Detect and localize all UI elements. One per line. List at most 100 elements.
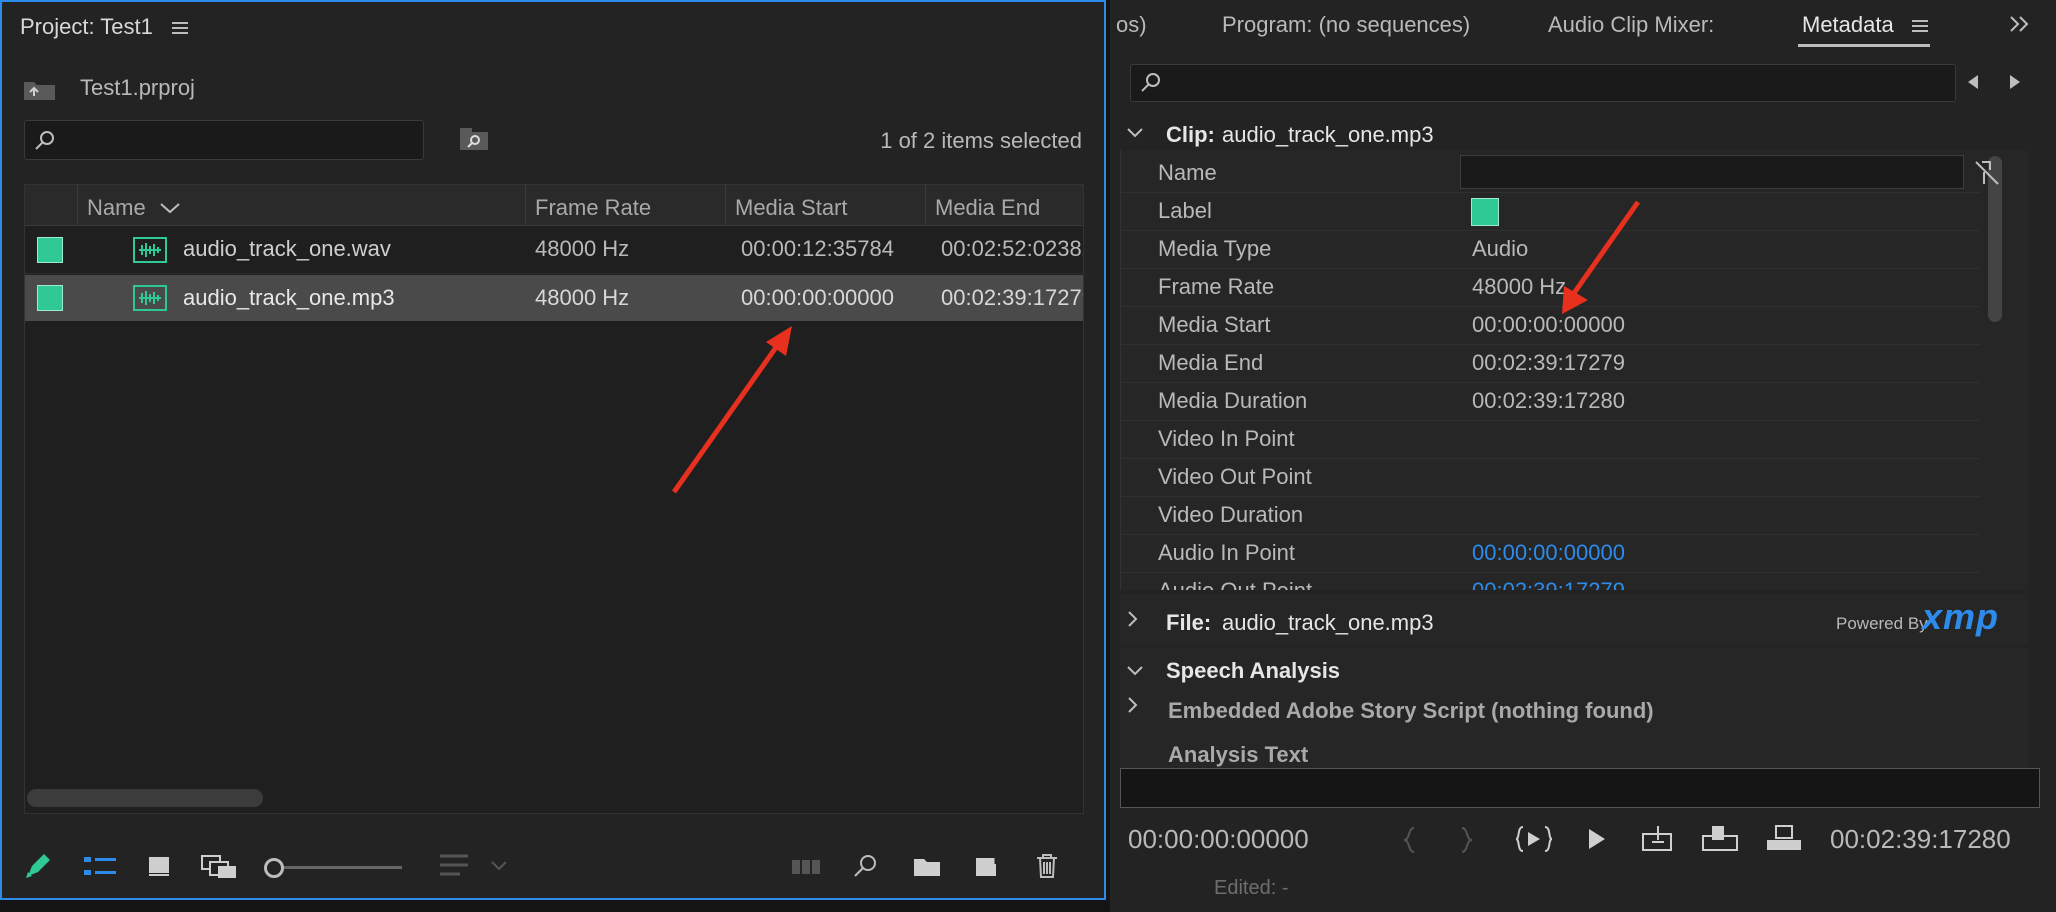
metadata-key: Video In Point [1158, 426, 1295, 451]
pencil-icon[interactable] [24, 852, 54, 880]
metadata-key: Frame Rate [1158, 274, 1275, 299]
next-arrow-icon[interactable] [2002, 72, 2032, 92]
panel-menu-icon[interactable] [170, 20, 190, 36]
horizontal-scrollbar[interactable] [27, 789, 263, 807]
panel-divider[interactable] [1106, 0, 1110, 912]
play-icon[interactable] [1584, 824, 1610, 854]
label-swatch[interactable] [1471, 198, 1499, 226]
new-bin-icon[interactable] [912, 854, 942, 878]
metadata-key: Audio Out Point [1158, 580, 1312, 591]
play-in-to-out-icon[interactable] [1514, 824, 1554, 854]
metadata-key: Media Start [1158, 312, 1271, 337]
column-media-start[interactable]: Media Start [735, 195, 848, 221]
items-selected-status: 1 of 2 items selected [880, 128, 1082, 153]
row-divider [1120, 572, 1980, 573]
expand-chevron-icon[interactable] [1126, 610, 1140, 628]
label-swatch[interactable] [37, 285, 63, 311]
metadata-key: Name [1158, 160, 1217, 185]
frame-rate: 48000 Hz [535, 285, 630, 310]
metadata-row[interactable]: Video In Point [1120, 420, 1980, 458]
tab-partial[interactable]: os) [1116, 14, 1147, 36]
automate-to-sequence-icon[interactable] [790, 856, 824, 878]
media-end: 00:02:39:17279 [941, 285, 1084, 310]
label-swatch[interactable] [37, 237, 63, 263]
collapse-chevron-icon[interactable] [1126, 664, 1144, 678]
find-icon[interactable] [852, 852, 880, 880]
media-start: 00:00:12:35784 [741, 236, 894, 261]
expand-chevron-icon[interactable] [1126, 696, 1140, 714]
table-row[interactable]: audio_track_one.wav 48000 Hz 00:00:12:35… [25, 225, 1083, 274]
new-search-bin-icon[interactable] [458, 126, 490, 152]
freeform-view-icon[interactable] [200, 854, 238, 880]
metadata-value[interactable]: 00:00:00:00000 [1472, 542, 1625, 564]
sort-chevron-icon[interactable] [159, 201, 181, 215]
tab-program[interactable]: Program: (no sequences) [1222, 14, 1470, 36]
metadata-value: Audio [1472, 236, 1529, 261]
clip-name: audio_track_one.mp3 [183, 285, 395, 310]
row-divider [1120, 534, 1980, 535]
trash-icon[interactable] [1034, 852, 1060, 880]
audio-clip-icon [133, 285, 167, 311]
table-row-selected[interactable]: audio_track_one.mp3 48000 Hz 00:00:00:00… [25, 275, 1084, 321]
list-header: Name Frame Rate Media Start Media End [25, 185, 1083, 226]
timecode-in[interactable]: 00:00:00:00000 [1128, 824, 1309, 855]
project-panel-title[interactable]: Project: Test1 [20, 16, 153, 38]
file-section-label[interactable]: File: [1166, 612, 1211, 634]
metadata-value: 00:02:39:17280 [1472, 388, 1625, 413]
metadata-row[interactable]: Media Duration 00:02:39:17280 [1120, 382, 1980, 420]
export-frame-icon[interactable] [1764, 822, 1804, 854]
clip-section-label[interactable]: Clip: [1166, 124, 1215, 146]
metadata-key: Media Type [1158, 236, 1272, 261]
mark-out-icon[interactable] [1454, 826, 1478, 854]
clip-section-name: audio_track_one.mp3 [1222, 122, 1434, 147]
metadata-row[interactable]: Video Out Point [1120, 458, 1980, 496]
metadata-key: Audio In Point [1158, 540, 1295, 565]
metadata-value: 00:02:39:17279 [1472, 350, 1625, 375]
sort-icons-icon[interactable] [438, 852, 508, 880]
column-name[interactable]: Name [87, 195, 146, 221]
tab-audio-clip-mixer[interactable]: Audio Clip Mixer: [1548, 14, 1714, 36]
panel-menu-icon[interactable] [1910, 18, 1930, 34]
metadata-key: Label [1158, 198, 1212, 223]
column-media-end[interactable]: Media End [935, 195, 1040, 221]
tab-metadata[interactable]: Metadata [1802, 14, 1894, 36]
project-search-input[interactable] [24, 120, 424, 160]
mark-in-icon[interactable] [1400, 826, 1424, 854]
name-field-box[interactable] [1460, 155, 1964, 189]
zoom-slider[interactable] [264, 856, 404, 878]
project-list: Name Frame Rate Media Start Media End au… [24, 184, 1084, 814]
embedded-script-label[interactable]: Embedded Adobe Story Script (nothing fou… [1168, 700, 1654, 722]
metadata-row[interactable]: Audio Out Point 00:02:39:17279 [1120, 572, 1980, 590]
search-icon [1141, 73, 1160, 92]
metadata-row[interactable]: Video Duration [1120, 496, 1980, 534]
folder-up-icon[interactable] [22, 76, 58, 102]
link-icon[interactable] [1972, 158, 2002, 188]
prev-arrow-icon[interactable] [1962, 72, 2002, 92]
zoom-slider-handle[interactable] [264, 858, 284, 878]
column-frame-rate[interactable]: Frame Rate [535, 195, 651, 221]
metadata-panel-group: os) Program: (no sequences) Audio Clip M… [1110, 0, 2056, 912]
metadata-row[interactable]: Media End 00:02:39:17279 [1120, 344, 1980, 382]
icon-view-icon[interactable] [146, 854, 172, 878]
speech-analysis-title[interactable]: Speech Analysis [1166, 660, 1340, 682]
project-file-name: Test1.prproj [80, 75, 195, 100]
edited-status: Edited: - [1214, 877, 1289, 899]
metadata-key: Video Duration [1158, 502, 1304, 527]
panel-overflow-icon[interactable] [2008, 14, 2032, 34]
metadata-search-input[interactable] [1130, 64, 1956, 102]
clip-name: audio_track_one.wav [183, 236, 391, 261]
metadata-value[interactable]: 00:02:39:17279 [1472, 580, 1625, 591]
project-panel: Project: Test1 Test1.prproj 1 of 2 items… [0, 0, 1106, 900]
collapse-chevron-icon[interactable] [1126, 126, 1144, 140]
analysis-text-label: Analysis Text [1168, 742, 1309, 767]
bottom-gutter [0, 900, 1110, 912]
new-item-icon[interactable] [972, 852, 1000, 880]
list-view-icon[interactable] [82, 854, 118, 878]
metadata-row[interactable]: Audio In Point 00:00:00:00000 [1120, 534, 1980, 572]
annotation-arrow [671, 326, 792, 494]
overwrite-icon[interactable] [1700, 822, 1740, 854]
metadata-key: Media End [1158, 350, 1264, 375]
row-divider [1120, 382, 1980, 383]
insert-icon[interactable] [1640, 822, 1674, 854]
analysis-text-input[interactable] [1120, 768, 2040, 808]
